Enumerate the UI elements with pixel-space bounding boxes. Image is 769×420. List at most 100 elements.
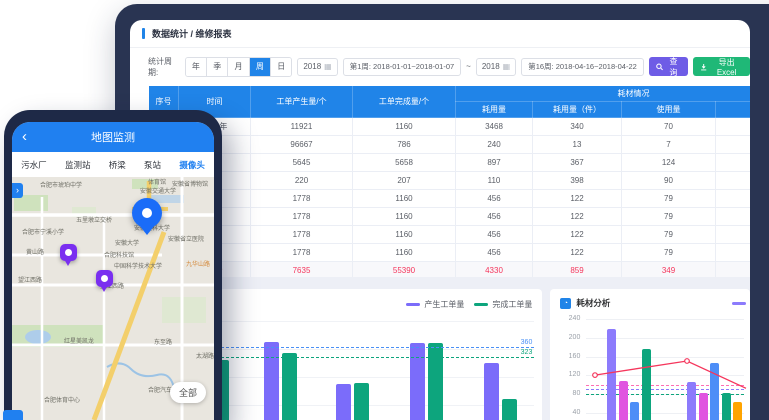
table-cell: 79 — [622, 190, 716, 208]
bar — [428, 343, 443, 420]
camera-pin[interactable] — [60, 244, 77, 261]
legend-item[interactable]: 产生工单量 — [406, 299, 464, 310]
breadcrumb-bar: 数据统计 / 维修报表 — [130, 20, 750, 48]
table-cell: 1160 — [353, 118, 456, 136]
camera-pin[interactable] — [96, 270, 113, 287]
table-cell: 19 — [716, 172, 751, 190]
all-filter-button[interactable]: 全部 — [170, 382, 206, 403]
tab-摄像头[interactable]: 摄像头 — [179, 159, 205, 171]
tab-桥梁[interactable]: 桥梁 — [109, 159, 126, 171]
table-cell: 207 — [353, 172, 456, 190]
tab-监测站[interactable]: 监测站 — [65, 159, 91, 171]
period-option-月[interactable]: 月 — [228, 58, 249, 76]
col-header: 工单完成量/个 — [353, 86, 456, 118]
bar — [336, 384, 351, 420]
table-cell: 340 — [533, 118, 622, 136]
table-cell: 122 — [533, 190, 622, 208]
bar — [502, 399, 517, 420]
start-year-value: 2018 — [303, 62, 321, 71]
filter-bar: 统计周期: 年季月周日 2018 ▦ 第1周: 2018-01-01~2018-… — [130, 48, 750, 85]
chart-legend: 产生工单量完成工单量 — [406, 299, 532, 310]
table-cell: 122 — [533, 208, 622, 226]
period-option-周[interactable]: 周 — [250, 58, 271, 76]
start-week-input[interactable]: 第1周: 2018-01-01~2018-01-07 — [343, 58, 461, 76]
query-button-label: 查询 — [666, 56, 681, 78]
map-label: 九华山路 — [186, 260, 210, 268]
sub-col-header: 使用量 — [622, 102, 716, 118]
map-label: 安徽省博物馆 — [172, 180, 208, 188]
report-table: 序号时间工单产生量/个工单完成量/个耗材情况耗用量耗用量（件）使用量水量1201… — [148, 85, 750, 298]
average-line-label: 323 — [521, 349, 533, 356]
end-year-value: 2018 — [482, 62, 500, 71]
period-option-年[interactable]: 年 — [186, 58, 207, 76]
table-row: 177811604561227967 — [149, 226, 751, 244]
map-label: 太湖路 — [196, 352, 214, 360]
export-button-label: 导出Excel — [710, 57, 743, 77]
table-cell: 5658 — [353, 154, 456, 172]
map-label: 合肥市琥珀中学 — [40, 181, 82, 189]
table-cell: 110 — [456, 172, 533, 190]
table-cell: 1160 — [353, 190, 456, 208]
table-cell: 67 — [716, 190, 751, 208]
sub-col-header: 耗用量 — [456, 102, 533, 118]
back-chevron-icon[interactable]: ‹ — [22, 129, 27, 144]
table-cell: 1160 — [353, 226, 456, 244]
consumables-chart-card: ◔ 耗材分析 2402001601208040 — [550, 289, 750, 420]
query-button[interactable]: 查询 — [649, 57, 688, 76]
map-label: 安徽省立医院 — [168, 235, 204, 243]
export-excel-button[interactable]: 导出Excel — [693, 57, 750, 76]
map-label: 五里墩立交桥 — [76, 216, 112, 224]
map-label: 合肥体育中心 — [44, 396, 80, 404]
period-option-季[interactable]: 季 — [207, 58, 228, 76]
map-label: 体育馆 — [148, 178, 166, 186]
end-week-input[interactable]: 第16周: 2018-04-16~2018-04-22 — [521, 58, 644, 76]
tab-污水厂[interactable]: 污水厂 — [21, 159, 47, 171]
end-week-value: 第16周: 2018-04-16~2018-04-22 — [528, 61, 637, 72]
bar — [410, 343, 425, 420]
table-cell: 11921 — [251, 118, 353, 136]
map-label: 合肥科技馆 — [104, 251, 134, 259]
table-cell: 67 — [716, 244, 751, 262]
location-pin[interactable] — [132, 198, 162, 228]
sub-col-header: 水量 — [716, 102, 751, 118]
bar — [354, 383, 369, 420]
group-header: 耗材情况 — [456, 86, 751, 102]
table-cell: 786 — [353, 136, 456, 154]
phone-tab-bar: 污水厂 监测站 桥梁 泵站 摄像头 — [12, 152, 214, 177]
sub-col-header: 耗用量（件） — [533, 102, 622, 118]
table-cell: 1160 — [353, 244, 456, 262]
table-cell: 79 — [622, 226, 716, 244]
map-expand-chip[interactable]: › — [12, 183, 23, 198]
end-year-select[interactable]: 2018 ▦ — [476, 58, 516, 76]
table-cell: 897 — [456, 154, 533, 172]
phone-screen: ‹ 地图监测 污水厂监测站桥梁泵站摄像头 — [12, 122, 214, 420]
table-cell: 690 — [716, 136, 751, 154]
table-cell: 122 — [533, 244, 622, 262]
table-cell: 1778 — [251, 244, 353, 262]
period-option-日[interactable]: 日 — [271, 58, 291, 76]
start-year-select[interactable]: 2018 ▦ — [297, 58, 337, 76]
table-cell: 124 — [622, 154, 716, 172]
map-view[interactable]: 合肥市琥珀中学体育馆安徽交通大学安徽省博物馆五里墩立交桥安徽医科大学合肥市宁溪小… — [12, 177, 214, 420]
legend-item[interactable]: 完成工单量 — [474, 299, 532, 310]
col-header: 工单产生量/个 — [251, 86, 353, 118]
map-label: 黄山路 — [26, 248, 44, 256]
table-cell: 96667 — [251, 136, 353, 154]
table-cell: 1778 — [251, 226, 353, 244]
table-cell: 70 — [622, 118, 716, 136]
table-row: 177811604561227967 — [149, 244, 751, 262]
tab-泵站[interactable]: 泵站 — [144, 159, 161, 171]
table-row: 56455658897367124129 — [149, 154, 751, 172]
search-icon — [656, 63, 663, 71]
table-row: 96667786240137690 — [149, 136, 751, 154]
table-cell: 67 — [716, 208, 751, 226]
map-control-chip[interactable] — [3, 410, 23, 420]
table-cell: 90 — [622, 172, 716, 190]
bar — [484, 363, 499, 420]
table-cell: 79 — [622, 244, 716, 262]
phone-mockup: ‹ 地图监测 污水厂监测站桥梁泵站摄像头 — [4, 110, 222, 420]
table-cell: 1778 — [251, 190, 353, 208]
bar — [264, 342, 279, 420]
trend-line — [550, 289, 750, 420]
legend-swatch — [406, 303, 420, 306]
